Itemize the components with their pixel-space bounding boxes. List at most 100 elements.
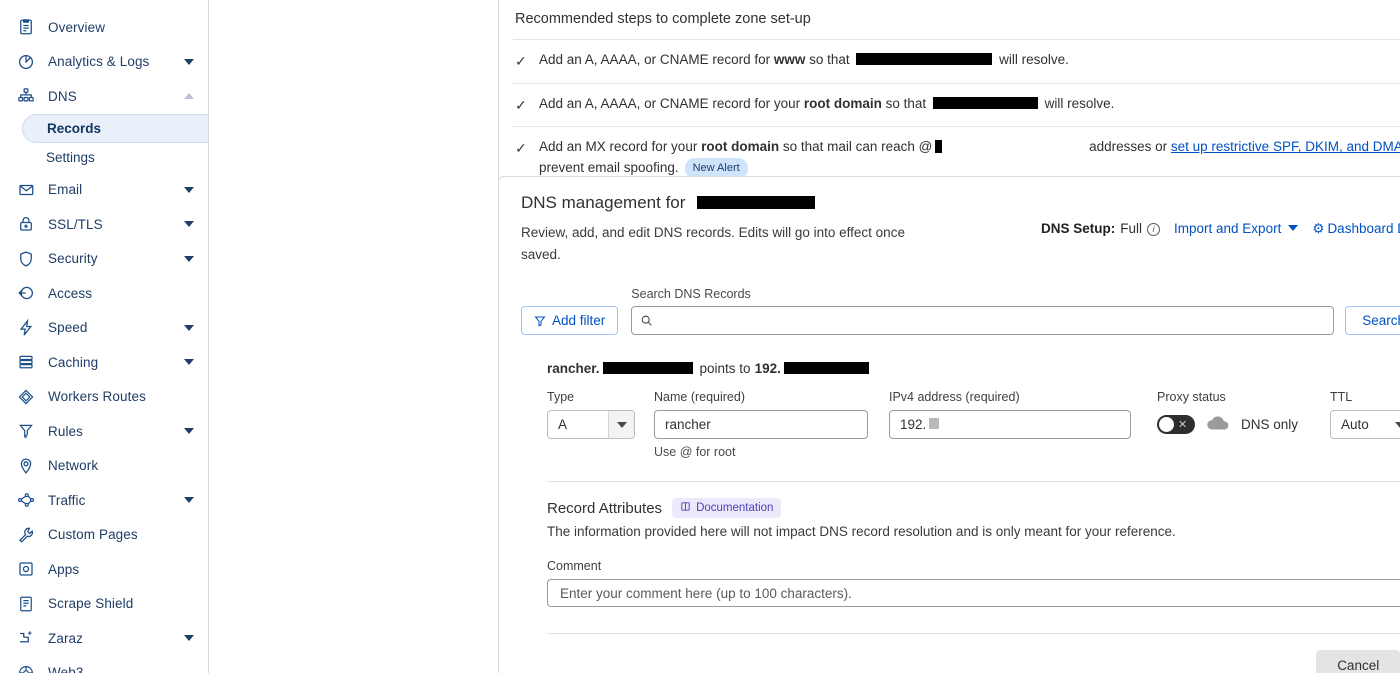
funnel-icon xyxy=(534,315,546,327)
search-button[interactable]: Search xyxy=(1345,306,1400,335)
sidebar-item-dns[interactable]: DNS xyxy=(0,79,208,114)
sidebar-item-label: Scrape Shield xyxy=(48,596,133,611)
network-pin-icon xyxy=(16,456,36,476)
sidebar-item-security[interactable]: Security xyxy=(0,242,208,277)
chevron-down-icon[interactable] xyxy=(184,187,194,193)
sidebar-item-ssl-tls[interactable]: SSL/TLS xyxy=(0,207,208,242)
sidebar-item-analytics-logs[interactable]: Analytics & Logs xyxy=(0,45,208,80)
record-attributes-title: Record Attributes xyxy=(547,500,662,517)
check-icon: ✓ xyxy=(515,137,539,160)
chevron-up-icon[interactable] xyxy=(184,93,194,99)
record-attributes-description: The information provided here will not i… xyxy=(547,524,1400,539)
dashboard-display-settings-label[interactable]: Dashboard Display Settings xyxy=(1327,221,1400,236)
sidebar-item-speed[interactable]: Speed xyxy=(0,311,208,346)
step-pre: Add an MX record for your xyxy=(539,139,701,154)
proxy-status-field: Proxy status ✕ DNS only xyxy=(1157,390,1298,439)
import-export-menu[interactable]: Import and Export xyxy=(1174,221,1298,236)
sidebar-item-email[interactable]: Email xyxy=(0,173,208,208)
document-lines-icon xyxy=(16,594,36,614)
comment-input[interactable] xyxy=(558,585,1400,602)
proxy-state-label: DNS only xyxy=(1241,417,1298,432)
chevron-down-icon[interactable] xyxy=(1288,225,1298,231)
sidebar-item-overview[interactable]: Overview xyxy=(0,10,208,45)
recommended-step-text: Add an MX record for your root domain so… xyxy=(539,137,1400,179)
sidebar-item-access[interactable]: Access xyxy=(0,276,208,311)
sidebar-item-network[interactable]: Network xyxy=(0,449,208,484)
app-root: Overview Analytics & Logs DNS xyxy=(0,0,1400,673)
sidebar-item-label: Custom Pages xyxy=(48,527,138,542)
dns-setup-label: DNS Setup: xyxy=(1041,221,1115,236)
step-pre: Add an A, AAAA, or CNAME record for your xyxy=(539,96,804,111)
sidebar-item-label: Rules xyxy=(48,424,83,439)
close-icon: ✕ xyxy=(1178,418,1187,431)
import-export-label[interactable]: Import and Export xyxy=(1174,221,1281,236)
chevron-down-icon[interactable] xyxy=(608,411,634,438)
cancel-button[interactable]: Cancel xyxy=(1316,650,1400,673)
recommended-step-text: Add an A, AAAA, or CNAME record for www … xyxy=(539,50,1400,71)
name-input[interactable]: rancher xyxy=(654,410,868,439)
sidebar-item-settings[interactable]: Settings xyxy=(0,143,208,173)
chevron-down-icon[interactable] xyxy=(184,359,194,365)
proxy-toggle[interactable]: ✕ xyxy=(1157,415,1195,434)
sidebar-item-label: Traffic xyxy=(48,493,85,508)
chevron-down-icon[interactable] xyxy=(184,497,194,503)
info-icon[interactable]: i xyxy=(1147,223,1160,236)
chevron-down-icon[interactable] xyxy=(184,221,194,227)
form-divider xyxy=(547,481,1400,482)
comment-input-wrapper[interactable] xyxy=(547,579,1400,607)
search-input[interactable] xyxy=(659,312,1325,329)
toggle-knob xyxy=(1159,417,1174,432)
chevron-down-icon[interactable] xyxy=(184,635,194,641)
type-select[interactable]: A xyxy=(547,410,635,439)
type-field: Type A xyxy=(547,390,635,439)
sidebar-item-traffic[interactable]: Traffic xyxy=(0,483,208,518)
sidebar-item-label: Analytics & Logs xyxy=(48,54,149,69)
record-attributes-header: Record Attributes Documentation xyxy=(547,498,1400,518)
chevron-down-icon[interactable] xyxy=(184,428,194,434)
pie-chart-icon xyxy=(16,52,36,72)
chevron-down-icon[interactable] xyxy=(184,256,194,262)
dashboard-display-settings-button[interactable]: ⚙Dashboard Display Settings xyxy=(1312,221,1400,237)
sidebar-item-records[interactable]: Records xyxy=(22,114,208,143)
name-hint: Use @ for root xyxy=(654,445,868,459)
type-label: Type xyxy=(547,390,635,404)
search-input-wrapper[interactable] xyxy=(631,306,1334,335)
chevron-down-icon[interactable] xyxy=(184,325,194,331)
search-icon xyxy=(640,314,653,327)
step-post: will resolve. xyxy=(995,52,1069,67)
ipv4-label: IPv4 address (required) xyxy=(889,390,1131,404)
sidebar-item-caching[interactable]: Caching xyxy=(0,345,208,380)
sidebar-subitem-label: Settings xyxy=(46,150,95,165)
documentation-label: Documentation xyxy=(696,502,773,514)
add-filter-button[interactable]: Add filter xyxy=(521,306,618,335)
sidebar-item-custom-pages[interactable]: Custom Pages xyxy=(0,518,208,553)
ttl-label: TTL xyxy=(1330,390,1400,404)
dns-search-row: Add filter Search DNS Records Sear xyxy=(521,287,1400,335)
zaraz-steps-icon xyxy=(16,628,36,648)
spf-dkim-dmarc-link[interactable]: set up restrictive SPF, DKIM, and DMARC … xyxy=(1171,139,1400,154)
sidebar-item-scrape-shield[interactable]: Scrape Shield xyxy=(0,587,208,622)
sidebar-item-label: Network xyxy=(48,458,98,473)
documentation-badge[interactable]: Documentation xyxy=(672,498,781,518)
ttl-select[interactable]: Auto xyxy=(1330,410,1400,439)
sidebar-item-label: Caching xyxy=(48,355,98,370)
sidebar-item-apps[interactable]: Apps xyxy=(0,552,208,587)
dns-setup-status: DNS Setup:Fulli xyxy=(1041,221,1160,236)
step-mid: so that mail can reach @ xyxy=(779,139,932,154)
chevron-down-icon[interactable] xyxy=(184,59,194,65)
redacted-record-domain xyxy=(603,362,693,374)
recommended-steps-panel: Recommended steps to complete zone set-u… xyxy=(498,0,1400,202)
sidebar-item-web3[interactable]: Web3 xyxy=(0,656,208,673)
book-icon xyxy=(680,501,691,515)
apps-square-icon xyxy=(16,559,36,579)
dns-subtitle: Review, add, and edit DNS records. Edits… xyxy=(521,222,913,265)
ipv4-input[interactable]: 192. xyxy=(889,410,1131,439)
step-pre: Add an A, AAAA, or CNAME record for xyxy=(539,52,774,67)
chevron-down-icon[interactable] xyxy=(1387,411,1400,438)
step-bold: www xyxy=(774,52,806,67)
sidebar-item-zaraz[interactable]: Zaraz xyxy=(0,621,208,656)
form-actions: Cancel Save xyxy=(521,650,1400,673)
sidebar-item-workers-routes[interactable]: Workers Routes xyxy=(0,380,208,415)
sidebar-item-rules[interactable]: Rules xyxy=(0,414,208,449)
sidebar-item-label: Web3 xyxy=(48,665,83,673)
